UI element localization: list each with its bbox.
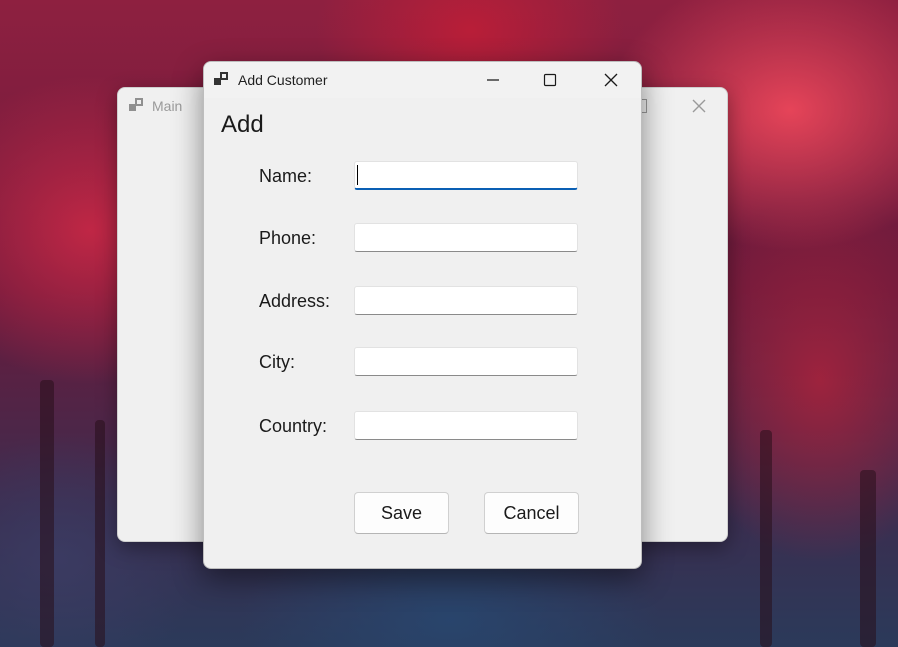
cancel-button[interactable]: Cancel: [484, 492, 579, 534]
app-window-icon: [129, 98, 145, 117]
address-label: Address:: [259, 291, 331, 311]
name-label: Name:: [259, 166, 313, 186]
add-customer-dialog[interactable]: Add Customer Add Name: Phone: Address: C…: [203, 61, 642, 569]
country-label: Country:: [259, 416, 328, 436]
dialog-titlebar[interactable]: Add Customer: [204, 62, 641, 98]
text-caret: [357, 165, 358, 185]
address-field[interactable]: [354, 286, 578, 315]
background-tree-trunk: [860, 470, 876, 647]
form-heading: Add: [221, 111, 264, 138]
main-window-title: Main: [152, 98, 183, 114]
background-tree-trunk: [760, 430, 772, 647]
background-tree-trunk: [95, 420, 105, 647]
background-tree-trunk: [40, 380, 54, 647]
city-field[interactable]: [354, 347, 578, 376]
maximize-icon: [543, 73, 557, 87]
close-icon: [604, 73, 618, 87]
app-window-icon: [214, 72, 230, 91]
name-field[interactable]: [354, 161, 578, 190]
phone-field[interactable]: [354, 223, 578, 252]
minimize-button[interactable]: [470, 62, 516, 98]
phone-label: Phone:: [259, 228, 317, 248]
main-close-icon[interactable]: [689, 96, 709, 116]
city-label: City:: [259, 352, 295, 372]
minimize-icon: [487, 79, 499, 81]
close-button[interactable]: [588, 62, 634, 98]
dialog-title: Add Customer: [238, 72, 328, 88]
country-field[interactable]: [354, 411, 578, 440]
save-button[interactable]: Save: [354, 492, 449, 534]
maximize-button[interactable]: [527, 62, 573, 98]
